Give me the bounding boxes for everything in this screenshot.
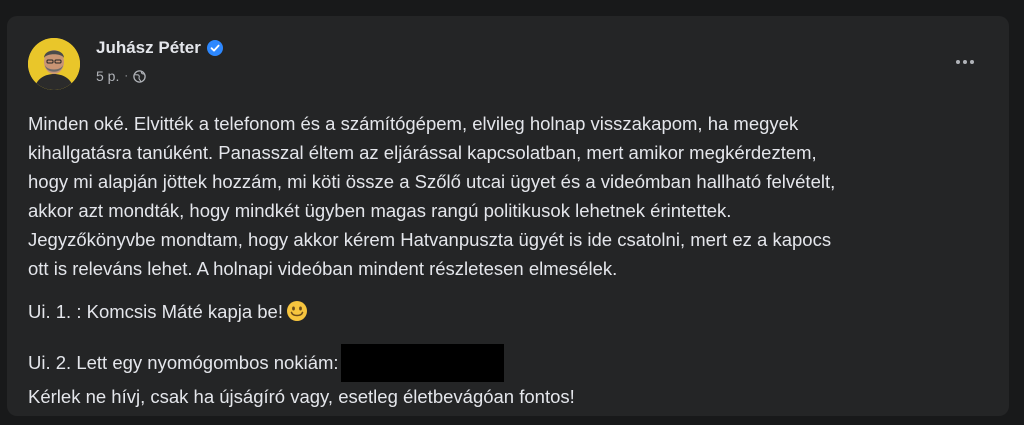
- avatar[interactable]: [28, 38, 80, 90]
- post-line: ott is releváns lehet. A holnapi videóba…: [28, 258, 618, 279]
- postscript-2: Ui. 2. Lett egy nyomógombos nokiám: Kérl…: [28, 344, 998, 411]
- post-line: Minden oké. Elvitték a telefonom és a sz…: [28, 113, 799, 134]
- post-line: Jegyzőkönyvbe mondtam, hogy akkor kérem …: [28, 229, 832, 250]
- author-row: Juhász Péter: [96, 38, 223, 58]
- post-timestamp[interactable]: 5 p.: [96, 68, 119, 84]
- postscript-2-line-2: Kérlek ne hívj, csak ha újságíró vagy, e…: [28, 386, 575, 407]
- postscript-1: Ui. 1. : Komcsis Máté kapja be!: [28, 297, 998, 330]
- post-card: Juhász Péter 5 p. · Minden oké. Elvitték…: [7, 16, 1009, 416]
- smiley-emoji-icon: [286, 300, 308, 330]
- post-meta: 5 p. ·: [96, 68, 146, 84]
- post-line: akkor azt mondták, hogy mindkét ügyben m…: [28, 200, 732, 221]
- post-paragraph: Minden oké. Elvitték a telefonom és a sz…: [28, 109, 998, 283]
- postscript-2-line-1: Ui. 2. Lett egy nyomógombos nokiám:: [28, 344, 998, 382]
- more-options-icon[interactable]: [947, 48, 983, 76]
- avatar-photo: [28, 38, 80, 90]
- globe-icon[interactable]: [133, 69, 146, 83]
- post-text: Minden oké. Elvitték a telefonom és a sz…: [28, 109, 998, 425]
- redacted-phone-number: [340, 344, 504, 382]
- postscript-2-text: Ui. 2. Lett egy nyomógombos nokiám:: [28, 352, 339, 373]
- author-name[interactable]: Juhász Péter: [96, 38, 201, 58]
- post-line: kihallgatásra tanúként. Panasszal éltem …: [28, 142, 817, 163]
- postscript-1-text: Ui. 1. : Komcsis Máté kapja be!: [28, 301, 283, 322]
- meta-separator: ·: [124, 70, 129, 82]
- post-line: hogy mi alapján jöttek hozzám, mi köti ö…: [28, 171, 836, 192]
- verified-badge-icon: [206, 40, 223, 56]
